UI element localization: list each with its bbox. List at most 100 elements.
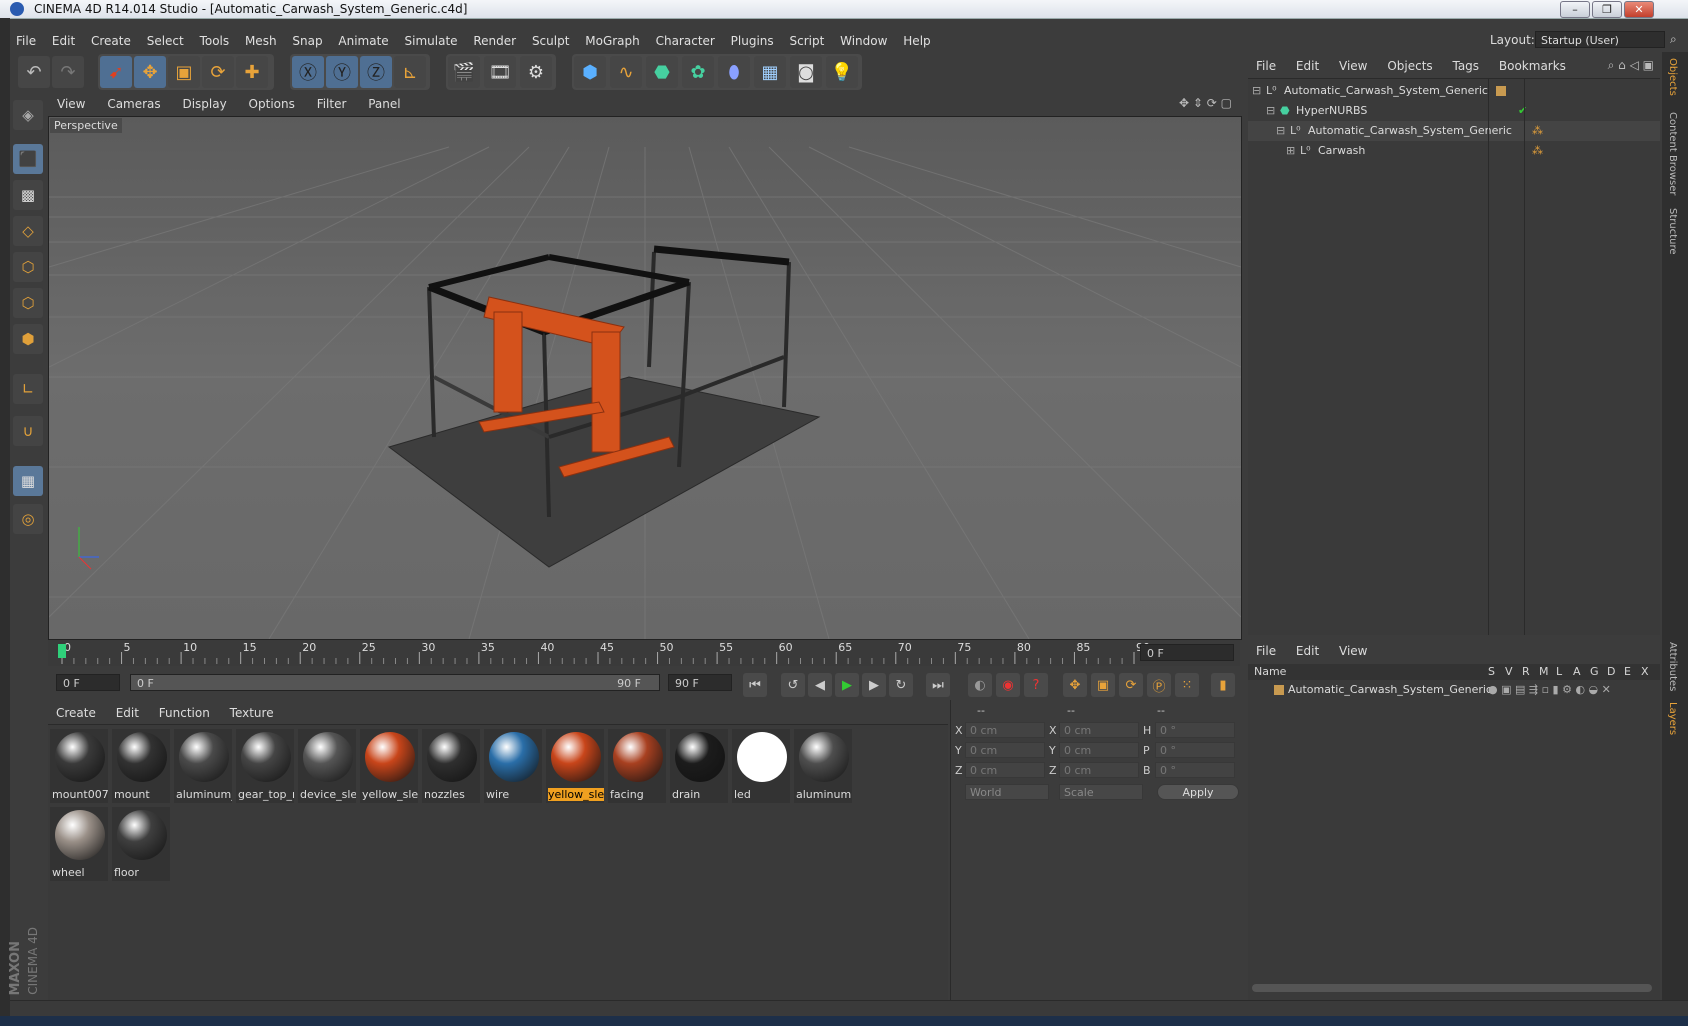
light-icon[interactable]: 💡 xyxy=(826,56,858,88)
spline-icon[interactable]: ∿ xyxy=(610,56,642,88)
viewport-navigation-icons[interactable]: ✥ ⇕ ⟳ ▢ xyxy=(1179,96,1232,110)
magnet-snap-icon[interactable]: ∪ xyxy=(13,416,43,446)
timeline-playhead[interactable] xyxy=(58,644,66,658)
key-scale-icon[interactable]: ▣ xyxy=(1091,673,1115,697)
undo-icon[interactable]: ↶ xyxy=(18,56,50,88)
tab-structure[interactable]: Structure xyxy=(1667,208,1678,255)
rotate-tool-icon[interactable]: ⟳ xyxy=(202,56,234,88)
restore-button[interactable]: ❐ xyxy=(1592,1,1622,18)
size-x-field[interactable]: 0 cm xyxy=(1059,722,1139,738)
menu-sculpt[interactable]: Sculpt xyxy=(526,30,575,48)
material-swatch[interactable]: yellow_slee xyxy=(546,729,604,803)
menu-tools[interactable]: Tools xyxy=(194,30,236,48)
object-manager-nav-icons[interactable]: ⌕ ⌂ ◁ ▣ xyxy=(1608,58,1654,73)
scale-tool-icon[interactable]: ▣ xyxy=(168,56,200,88)
object-menu-edit[interactable]: Edit xyxy=(1288,56,1327,73)
layout-select[interactable]: Startup (User) xyxy=(1535,31,1665,48)
material-swatch[interactable]: led xyxy=(732,729,790,803)
rotation-p-field[interactable]: 0 ° xyxy=(1155,742,1235,758)
menu-file[interactable]: File xyxy=(10,30,42,48)
z-axis-lock-icon[interactable]: Ⓩ xyxy=(360,56,392,88)
menu-help[interactable]: Help xyxy=(897,30,936,48)
model-mode-icon[interactable]: ⬛ xyxy=(13,144,43,174)
tab-objects[interactable]: Objects xyxy=(1667,58,1678,96)
polygons-mode-icon[interactable]: ⬢ xyxy=(13,324,43,354)
material-tag-icon[interactable]: ⁂ xyxy=(1532,121,1543,141)
menu-mesh[interactable]: Mesh xyxy=(239,30,283,48)
material-swatch[interactable]: mount xyxy=(112,729,170,803)
layer-menu-view[interactable]: View xyxy=(1331,642,1375,658)
viewport-menu-display[interactable]: Display xyxy=(173,96,235,111)
layer-col-x[interactable]: X xyxy=(1641,665,1649,678)
material-swatch[interactable]: aluminum_ xyxy=(174,729,232,803)
previous-frame-icon[interactable]: ◀ xyxy=(808,673,832,697)
material-swatch[interactable]: device_slee xyxy=(298,729,356,803)
object-menu-bookmarks[interactable]: Bookmarks xyxy=(1491,56,1574,73)
object-row[interactable]: ⊟ ⬣ HyperNURBS ✔ xyxy=(1248,101,1660,121)
viewport-menu-view[interactable]: View xyxy=(48,96,94,111)
position-y-field[interactable]: 0 cm xyxy=(965,742,1045,758)
material-swatch[interactable]: wire xyxy=(484,729,542,803)
menu-plugins[interactable]: Plugins xyxy=(725,30,780,48)
layer-col-g[interactable]: G xyxy=(1590,665,1599,678)
layer-col-s[interactable]: S xyxy=(1488,665,1495,678)
deformer-icon[interactable]: ⬮ xyxy=(718,56,750,88)
expand-icon[interactable]: ⊞ xyxy=(1286,141,1295,161)
3d-viewport[interactable] xyxy=(48,116,1242,640)
axis-mode-icon[interactable]: ∟ xyxy=(13,374,43,404)
material-menu-texture[interactable]: Texture xyxy=(222,704,282,720)
move-tool-icon[interactable]: ✥ xyxy=(134,56,166,88)
menu-animate[interactable]: Animate xyxy=(332,30,394,48)
material-swatch[interactable]: gear_top_n xyxy=(236,729,294,803)
cube-object-icon[interactable]: ⬢ xyxy=(574,56,606,88)
end-frame-field[interactable]: 90 F xyxy=(668,674,732,691)
layer-row[interactable]: Automatic_Carwash_System_Generic ● ▣ ▤ ⇶… xyxy=(1248,680,1660,700)
nurbs-icon[interactable]: ⬣ xyxy=(646,56,678,88)
object-row[interactable]: ⊟ L⁰ Automatic_Carwash_System_Generic ⁂ xyxy=(1248,121,1660,141)
key-pla-icon[interactable]: ⁙ xyxy=(1175,673,1199,697)
layer-color-swatch[interactable] xyxy=(1274,685,1284,695)
object-menu-tags[interactable]: Tags xyxy=(1444,56,1487,73)
object-menu-objects[interactable]: Objects xyxy=(1379,56,1440,73)
menu-window[interactable]: Window xyxy=(834,30,893,48)
layer-horizontal-scrollbar[interactable] xyxy=(1252,984,1652,992)
tab-layers[interactable]: Layers xyxy=(1667,702,1678,735)
expand-icon[interactable]: ⊟ xyxy=(1252,81,1261,101)
tab-attributes[interactable]: Attributes xyxy=(1667,642,1678,691)
play-icon[interactable]: ▶ xyxy=(835,673,859,697)
menu-simulate[interactable]: Simulate xyxy=(399,30,464,48)
apply-button[interactable]: Apply xyxy=(1157,784,1239,800)
size-mode-select[interactable]: Scale xyxy=(1059,784,1143,800)
object-menu-file[interactable]: File xyxy=(1248,56,1284,73)
key-parameter-icon[interactable]: Ⓟ xyxy=(1147,673,1171,697)
next-key-icon[interactable]: ↻ xyxy=(889,673,913,697)
minimize-button[interactable]: – xyxy=(1560,1,1590,18)
menu-script[interactable]: Script xyxy=(783,30,830,48)
expand-icon[interactable]: ⊟ xyxy=(1276,121,1285,141)
make-editable-icon[interactable]: ◈ xyxy=(13,100,43,130)
workplane-mode-icon[interactable]: ◇ xyxy=(13,216,43,246)
viewport-menu-cameras[interactable]: Cameras xyxy=(98,96,169,111)
size-y-field[interactable]: 0 cm xyxy=(1059,742,1139,758)
floor-icon[interactable]: ▦ xyxy=(754,56,786,88)
layer-menu-file[interactable]: File xyxy=(1248,642,1284,658)
viewport-menu-options[interactable]: Options xyxy=(240,96,304,111)
menu-character[interactable]: Character xyxy=(650,30,721,48)
layer-col-m[interactable]: M xyxy=(1539,665,1549,678)
coordinate-space-select[interactable]: World xyxy=(965,784,1049,800)
record-keys-icon[interactable]: ◐ xyxy=(968,673,992,697)
material-swatch[interactable]: wheel xyxy=(50,807,108,881)
material-swatch[interactable]: drain xyxy=(670,729,728,803)
next-frame-icon[interactable]: ▶ xyxy=(862,673,886,697)
key-position-icon[interactable]: ✥ xyxy=(1063,673,1087,697)
go-to-start-icon[interactable]: ⏮ xyxy=(743,673,767,697)
previous-key-icon[interactable]: ↺ xyxy=(781,673,805,697)
position-z-field[interactable]: 0 cm xyxy=(965,762,1045,778)
material-menu-edit[interactable]: Edit xyxy=(108,704,147,720)
x-axis-lock-icon[interactable]: Ⓧ xyxy=(292,56,324,88)
material-swatch[interactable]: floor xyxy=(112,807,170,881)
object-row[interactable]: ⊟ L⁰ Automatic_Carwash_System_Generic xyxy=(1248,81,1660,101)
layer-menu-edit[interactable]: Edit xyxy=(1288,642,1327,658)
autokey-icon[interactable]: ◉ xyxy=(996,673,1020,697)
material-tag-icon[interactable]: ⁂ xyxy=(1532,141,1543,161)
